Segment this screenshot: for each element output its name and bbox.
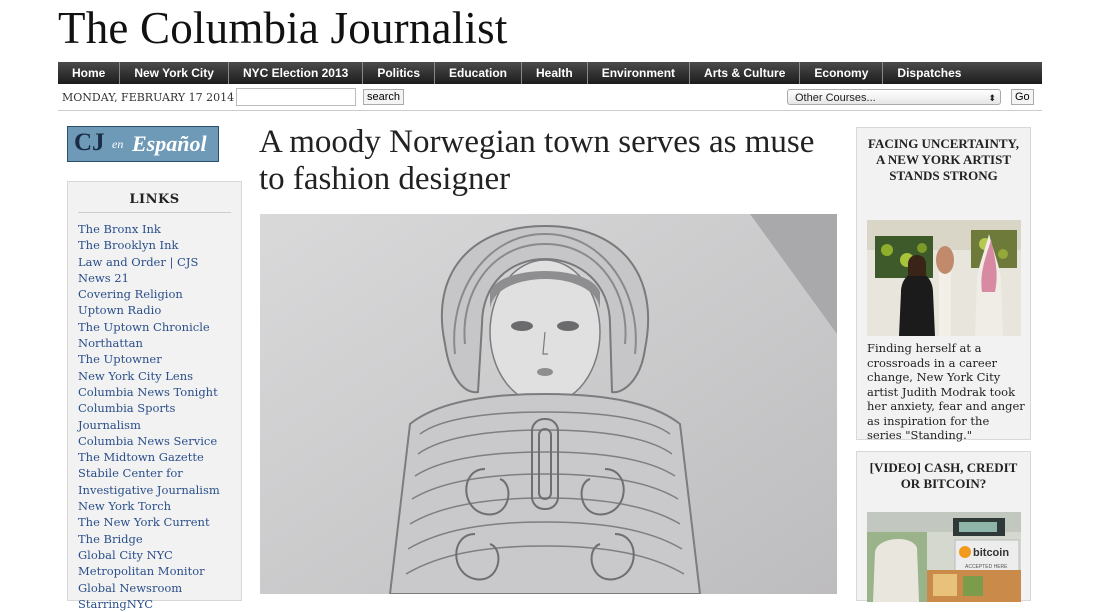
sidebar-feature-artist: FACING UNCERTAINTY, A NEW YORK ARTIST ST…	[856, 127, 1031, 442]
bitcoin-sign-subtext: ACCEPTED HERE	[965, 564, 1008, 570]
nav-health[interactable]: Health	[522, 62, 588, 84]
other-courses-select[interactable]: Other Courses... ⬍	[787, 89, 1001, 105]
nav-economy[interactable]: Economy	[800, 62, 884, 84]
link-item[interactable]: The Bridge	[78, 531, 241, 547]
go-button[interactable]: Go	[1011, 89, 1034, 105]
feature1-title[interactable]: FACING UNCERTAINTY, A NEW YORK ARTIST ST…	[857, 128, 1030, 184]
nav-education[interactable]: Education	[435, 62, 523, 84]
nav-arts-culture[interactable]: Arts & Culture	[690, 62, 801, 84]
nav-new-york-city[interactable]: New York City	[120, 62, 229, 84]
link-item[interactable]: Stabile Center for	[78, 465, 241, 481]
link-item[interactable]: Uptown Radio	[78, 302, 241, 318]
link-item[interactable]: The Midtown Gazette	[78, 449, 241, 465]
link-item[interactable]: The Brooklyn Ink	[78, 237, 241, 253]
bitcoin-sign: bitcoin	[973, 547, 1009, 559]
link-item[interactable]: Covering Religion	[78, 286, 241, 302]
cj-en-espanol-banner[interactable]: CJ en Español	[67, 126, 219, 162]
links-list: The Bronx Ink The Brooklyn Ink Law and O…	[68, 221, 241, 612]
nav-nyc-election-2013[interactable]: NYC Election 2013	[229, 62, 364, 84]
espanol-word: Español	[132, 131, 207, 156]
link-item[interactable]: News 21	[78, 270, 241, 286]
date-search-bar: MONDAY, FEBRUARY 17 2014 search Other Co…	[58, 86, 1042, 111]
article-headline[interactable]: A moody Norwegian town serves as muse to…	[259, 124, 839, 198]
espanol-en: en	[112, 137, 124, 151]
link-item[interactable]: Columbia News Tonight	[78, 384, 241, 400]
link-item[interactable]: Columbia Sports Journalism	[78, 400, 241, 433]
link-item[interactable]: Global Newsroom	[78, 580, 241, 596]
links-title: LINKS	[129, 192, 180, 207]
article-hero-image[interactable]	[260, 214, 837, 594]
link-item[interactable]: Columbia News Service	[78, 433, 241, 449]
link-item[interactable]: The Uptown Chronicle	[78, 319, 241, 335]
nav-dispatches[interactable]: Dispatches	[883, 62, 975, 84]
other-courses-selected: Other Courses...	[795, 92, 876, 104]
search-button[interactable]: search	[363, 89, 405, 105]
fashion-sketch-illustration	[260, 214, 837, 594]
link-item[interactable]: Northattan	[78, 335, 241, 351]
feature2-photo[interactable]: bitcoin ACCEPTED HERE	[867, 512, 1021, 602]
artist-gallery-photo	[867, 220, 1021, 336]
nav-home[interactable]: Home	[58, 62, 121, 84]
feature2-title[interactable]: [VIDEO] CASH, CREDIT OR BITCOIN?	[857, 452, 1030, 492]
select-arrows-icon: ⬍	[988, 93, 996, 103]
link-item[interactable]: New York Torch	[78, 498, 241, 514]
link-item[interactable]: The Bronx Ink	[78, 221, 241, 237]
site-title[interactable]: The Columbia Journalist	[58, 2, 508, 54]
espanol-cj: CJ	[74, 129, 105, 156]
link-item[interactable]: Investigative Journalism	[78, 482, 241, 498]
feature1-summary: Finding herself at a crossroads in a car…	[867, 341, 1025, 442]
main-nav: Home New York City NYC Election 2013 Pol…	[58, 62, 1042, 84]
bitcoin-shop-photo: bitcoin ACCEPTED HERE	[867, 512, 1021, 602]
link-item[interactable]: Law and Order | CJS	[78, 254, 241, 270]
feature1-photo[interactable]	[867, 220, 1021, 336]
link-item[interactable]: The Uptowner	[78, 351, 241, 367]
link-item[interactable]: The New York Current	[78, 514, 241, 530]
current-date: MONDAY, FEBRUARY 17 2014	[62, 91, 235, 104]
nav-politics[interactable]: Politics	[363, 62, 435, 84]
link-item[interactable]: Global City NYC	[78, 547, 241, 563]
nav-environment[interactable]: Environment	[588, 62, 691, 84]
sidebar-feature-bitcoin: [VIDEO] CASH, CREDIT OR BITCOIN? bitcoin…	[856, 451, 1031, 602]
link-item[interactable]: StarringNYC	[78, 596, 241, 612]
search-input[interactable]	[236, 88, 356, 106]
links-divider	[78, 212, 231, 213]
link-item[interactable]: New York City Lens	[78, 368, 241, 384]
links-box: LINKS The Bronx Ink The Brooklyn Ink Law…	[67, 181, 242, 611]
link-item[interactable]: Metropolitan Monitor	[78, 563, 241, 579]
